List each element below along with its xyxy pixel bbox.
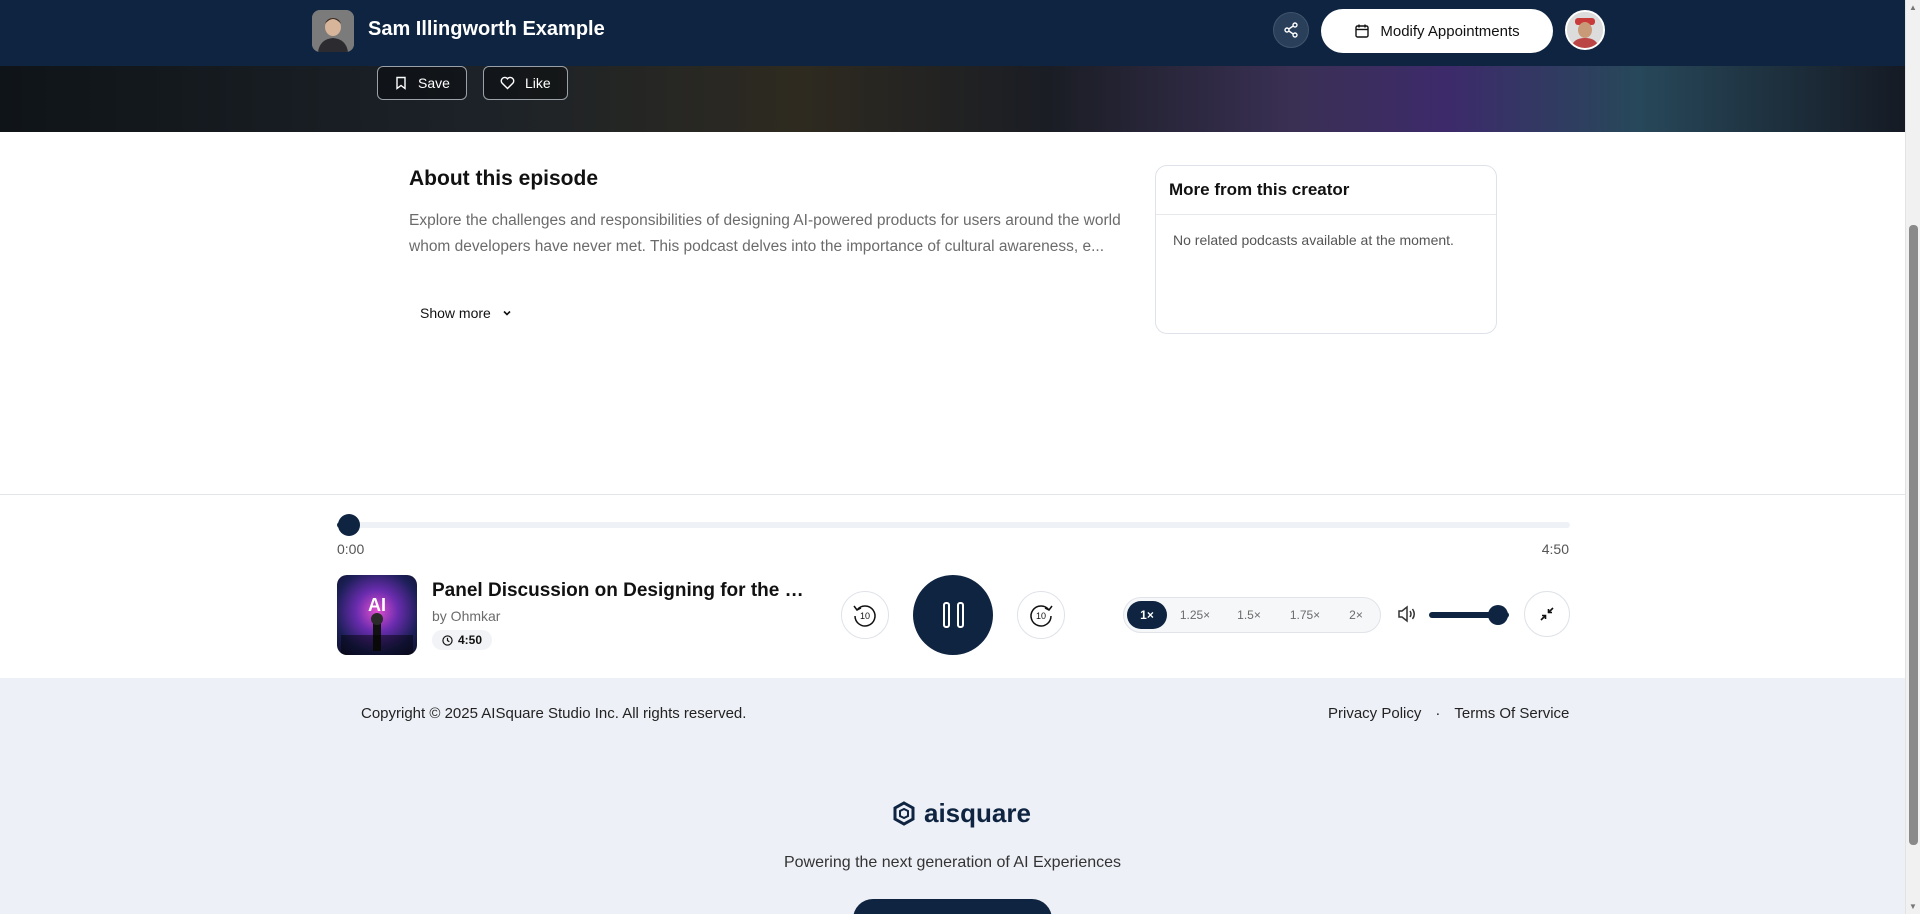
calendar-icon: [1355, 24, 1370, 38]
episode-author[interactable]: by Ohmkar: [432, 608, 500, 624]
bookmark-icon: [396, 76, 406, 90]
about-description: Explore the challenges and responsibilit…: [409, 212, 1121, 255]
modify-appointments-button[interactable]: Modify Appointments: [1321, 9, 1553, 53]
audio-player: 0:00 4:50 AI Panel Discussion on Designi…: [0, 494, 1905, 678]
show-more-label: Show more: [420, 305, 491, 321]
progress-track[interactable]: [337, 514, 1570, 536]
playback-speed-selector: 1× 1.25× 1.5× 1.75× 2×: [1123, 597, 1381, 633]
rewind-10-button[interactable]: 10: [841, 591, 889, 639]
scroll-down-arrow-icon[interactable]: ▼: [1909, 902, 1917, 911]
chevron-down-icon: [503, 310, 511, 316]
creator-name[interactable]: Sam Illingworth Example: [368, 18, 605, 41]
about-title: About this episode: [409, 167, 598, 190]
aisquare-logo-icon: [893, 800, 915, 826]
creator-avatar[interactable]: [312, 10, 354, 52]
terms-of-service-link[interactable]: Terms Of Service: [1454, 705, 1569, 722]
episode-details: About this episode Explore the challenge…: [0, 132, 1905, 494]
speed-option[interactable]: 1.5×: [1223, 601, 1275, 629]
collapse-icon: [1540, 607, 1554, 621]
like-label: Like: [525, 75, 551, 91]
page-scrollbar[interactable]: ▲ ▼: [1905, 0, 1920, 914]
episode-duration-badge: 4:50: [432, 630, 493, 650]
clock-icon: [442, 634, 453, 646]
episode-duration: 4:50: [458, 633, 483, 647]
progress-thumb[interactable]: [338, 514, 361, 536]
speed-option[interactable]: 1.25×: [1167, 601, 1223, 629]
save-label: Save: [418, 75, 450, 91]
volume-thumb[interactable]: [1488, 605, 1508, 625]
privacy-policy-link[interactable]: Privacy Policy: [1328, 705, 1421, 722]
save-button[interactable]: Save: [377, 66, 467, 100]
top-navbar: Sam Illingworth Example Modify Appointme…: [0, 0, 1905, 66]
show-more-button[interactable]: Show more: [420, 305, 513, 321]
creator-card-title: More from this creator: [1156, 166, 1496, 215]
forward-10-button[interactable]: 10: [1017, 591, 1065, 639]
modify-appointments-label: Modify Appointments: [1380, 22, 1520, 40]
minimize-player-button[interactable]: [1524, 591, 1570, 637]
pause-icon-left-bar: [942, 602, 950, 628]
footer-tagline: Powering the next generation of AI Exper…: [783, 854, 1122, 871]
volume-button[interactable]: [1396, 603, 1418, 630]
aisquare-logo-text: aisquare: [924, 798, 1031, 828]
rewind-10-text: 10: [860, 611, 870, 621]
current-time: 0:00: [337, 541, 365, 557]
footer-link-separator: ·: [1435, 705, 1441, 722]
scroll-up-arrow-icon[interactable]: ▲: [1909, 3, 1917, 12]
forward-10-text: 10: [1036, 611, 1046, 621]
volume-icon: [1398, 605, 1415, 623]
speed-option[interactable]: 2×: [1335, 601, 1377, 629]
heart-icon: [500, 76, 515, 90]
aisquare-logo[interactable]: aisquare: [890, 798, 1031, 829]
episode-hero-banner: Save Like: [0, 66, 1905, 132]
pause-icon-right-bar: [956, 602, 964, 628]
pause-button[interactable]: [913, 575, 993, 655]
speed-option[interactable]: 1.75×: [1275, 601, 1335, 629]
forward-10-icon: 10: [1030, 605, 1053, 627]
share-button[interactable]: [1273, 12, 1309, 48]
scrollbar-thumb[interactable]: [1909, 225, 1918, 845]
episode-cover-art: AI: [337, 575, 417, 655]
speed-option[interactable]: 1×: [1127, 601, 1167, 629]
user-avatar[interactable]: [1565, 10, 1605, 50]
creator-card-empty-message: No related podcasts available at the mom…: [1173, 232, 1454, 248]
episode-title: Panel Discussion on Designing for the Un…: [432, 580, 812, 601]
copyright-text: Copyright © 2025 AISquare Studio Inc. Al…: [361, 705, 747, 722]
footer-cta-button[interactable]: [853, 899, 1052, 914]
share-icon: [1284, 22, 1298, 38]
rewind-10-icon: 10: [853, 605, 876, 627]
total-time: 4:50: [1541, 541, 1569, 557]
more-from-creator-card: More from this creator No related podcas…: [1155, 165, 1497, 334]
like-button[interactable]: Like: [483, 66, 568, 100]
footer-links: Privacy Policy · Terms Of Service: [1328, 705, 1569, 722]
